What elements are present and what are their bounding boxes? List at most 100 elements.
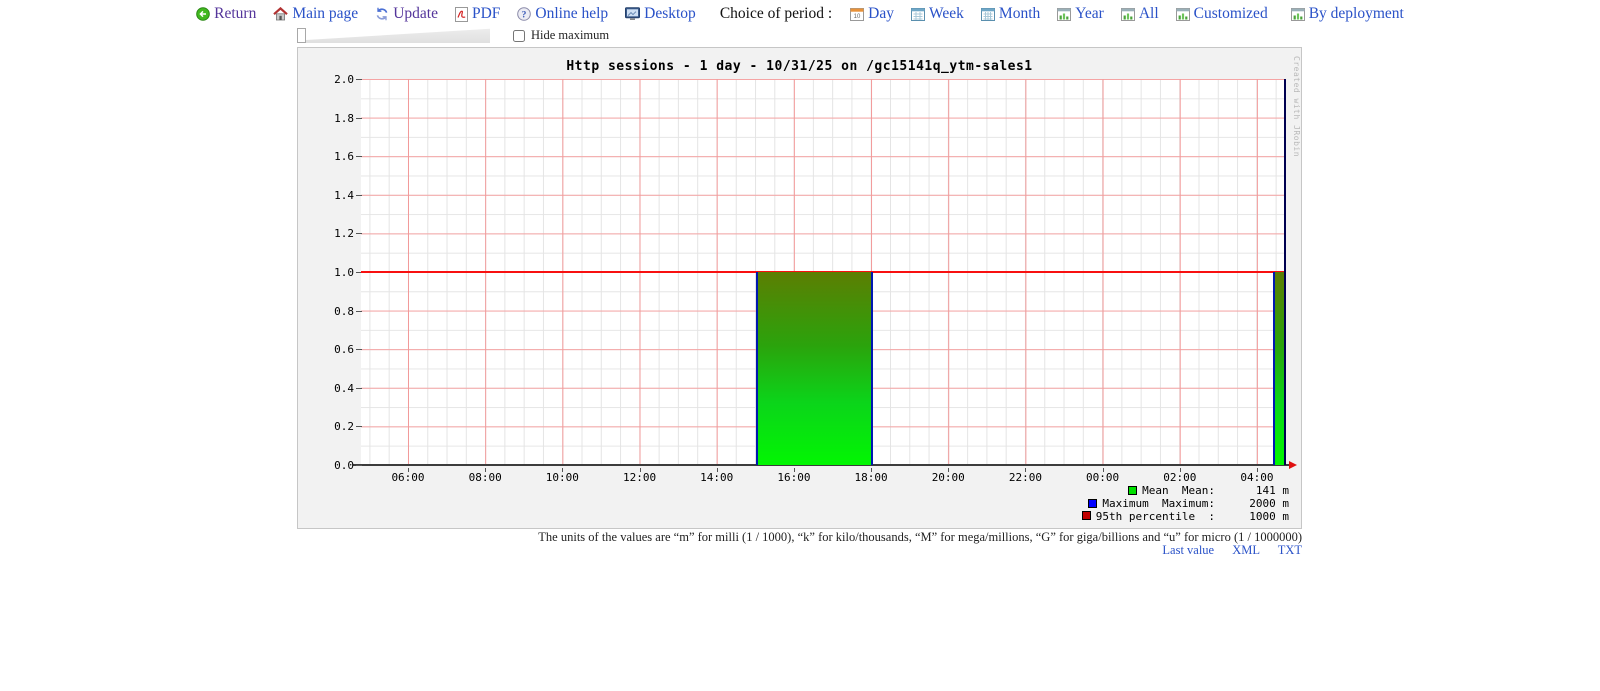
- y-axis-tick-label: 1.0: [312, 266, 354, 279]
- x-axis-tick: [640, 468, 641, 472]
- x-axis-tick-label: 22:00: [1001, 471, 1049, 484]
- y-axis-tick-label: 0.6: [312, 343, 354, 356]
- period-link-label: Day: [868, 5, 894, 23]
- x-axis-tick-label: 00:00: [1079, 471, 1127, 484]
- x-axis-tick-label: 08:00: [461, 471, 509, 484]
- x-axis-tick-label: 04:00: [1233, 471, 1281, 484]
- legend-label: 95th percentile :: [1096, 510, 1215, 523]
- nav-link-label: Return: [214, 5, 256, 23]
- y-axis-tick-label: 0.8: [312, 305, 354, 318]
- nav-link-desktop[interactable]: Desktop: [625, 5, 696, 23]
- period-link-label: Customized: [1194, 5, 1268, 23]
- nav-link-pdf[interactable]: PDF: [455, 5, 500, 23]
- y-axis-tick: [356, 195, 362, 196]
- nav-link-label: PDF: [472, 5, 500, 23]
- period-link-label: All: [1139, 5, 1159, 23]
- period-year[interactable]: Year: [1057, 5, 1104, 23]
- mean-swatch: [1128, 486, 1137, 495]
- link-txt[interactable]: TXT: [1278, 543, 1302, 557]
- y-axis-tick-label: 1.6: [312, 150, 354, 163]
- legend: Mean Mean: 141 m Maximum Maximum: 2000 m…: [1082, 484, 1289, 522]
- help-icon: ?: [517, 7, 531, 21]
- period-day[interactable]: 10 Day: [850, 5, 894, 23]
- period-link-label: Week: [929, 5, 964, 23]
- x-axis-tick: [1180, 468, 1181, 472]
- x-axis-tick: [794, 468, 795, 472]
- y-axis-tick-label: 0.4: [312, 382, 354, 395]
- y-axis-tick: [356, 118, 362, 119]
- x-axis-tick: [485, 468, 486, 472]
- nav-link-main-page[interactable]: Main page: [273, 5, 358, 23]
- x-axis-tick: [408, 468, 409, 472]
- x-axis-tick-label: 12:00: [616, 471, 664, 484]
- y-axis-tick: [356, 311, 362, 312]
- y-axis-tick-label: 2.0: [312, 73, 354, 86]
- svg-text:?: ?: [522, 10, 527, 20]
- week-calendar-icon: [911, 7, 925, 21]
- graph-image[interactable]: Http sessions - 1 day - 10/31/25 on /gc1…: [297, 47, 1302, 529]
- x-axis-tick-label: 20:00: [924, 471, 972, 484]
- legend-row-95th-percentile: 95th percentile : 1000 m: [1082, 510, 1289, 523]
- period-customized[interactable]: Customized: [1176, 5, 1268, 23]
- nav-link-online-help[interactable]: ? Online help: [517, 5, 608, 23]
- top-navigation: Return Main page Update PDF ? Online hel…: [0, 5, 1600, 23]
- period-all[interactable]: All: [1121, 5, 1159, 23]
- x-axis-tick: [1103, 468, 1104, 472]
- refresh-icon: [375, 7, 389, 21]
- maximum-spike: [1284, 79, 1286, 465]
- nav-link-label: Main page: [292, 5, 358, 23]
- y-axis-tick: [356, 388, 362, 389]
- nav-link-update[interactable]: Update: [375, 5, 438, 23]
- footer-links: Last value XML TXT: [0, 543, 1302, 558]
- nav-link-label: Update: [393, 5, 438, 23]
- percentile-swatch: [1082, 511, 1091, 520]
- nav-link-return[interactable]: Return: [196, 5, 256, 23]
- x-axis-tick-label: 06:00: [384, 471, 432, 484]
- period-link-label: By deployment: [1309, 5, 1404, 23]
- legend-value: 141 m: [1215, 484, 1289, 497]
- period-week[interactable]: Week: [911, 5, 964, 23]
- zoom-slider-handle[interactable]: [297, 28, 306, 43]
- x-axis-tick: [871, 468, 872, 472]
- month-calendar-icon: [981, 7, 995, 21]
- y-axis-tick-label: 1.8: [312, 112, 354, 125]
- period-label: Choice of period :: [720, 5, 832, 23]
- svg-text:10: 10: [854, 14, 861, 20]
- y-axis-tick: [356, 349, 362, 350]
- x-axis-arrow-icon: [1289, 461, 1297, 469]
- period-month[interactable]: Month: [981, 5, 1040, 23]
- jrobin-watermark: Created with JRobin: [1292, 56, 1301, 157]
- x-axis-tick: [1025, 468, 1026, 472]
- x-axis-tick-label: 02:00: [1156, 471, 1204, 484]
- legend-label: Maximum Maximum:: [1102, 497, 1215, 510]
- x-axis-tick: [1257, 468, 1258, 472]
- x-axis-tick-label: 10:00: [538, 471, 586, 484]
- all-calendar-icon: [1121, 7, 1135, 21]
- legend-row-maximum: Maximum Maximum: 2000 m: [1082, 497, 1289, 510]
- y-axis-tick-label: 1.2: [312, 227, 354, 240]
- desktop-icon: [625, 7, 640, 21]
- hide-maximum-label[interactable]: Hide maximum: [531, 28, 609, 43]
- maximum-swatch: [1088, 499, 1097, 508]
- day-calendar-icon: 10: [850, 7, 864, 21]
- x-axis-tick-label: 14:00: [693, 471, 741, 484]
- y-axis-tick: [356, 465, 362, 466]
- y-axis-tick-label: 0.2: [312, 420, 354, 433]
- return-icon: [196, 7, 210, 21]
- hide-maximum-checkbox[interactable]: [513, 30, 525, 42]
- legend-row-mean: Mean Mean: 141 m: [1082, 484, 1289, 497]
- y-axis-tick-label: 0.0: [312, 459, 354, 472]
- link-xml[interactable]: XML: [1232, 543, 1259, 557]
- period-link-label: Year: [1075, 5, 1104, 23]
- year-calendar-icon: [1057, 7, 1071, 21]
- y-axis-tick: [356, 233, 362, 234]
- home-icon: [273, 7, 288, 21]
- period-by-deployment[interactable]: By deployment: [1291, 5, 1404, 23]
- link-last-value[interactable]: Last value: [1162, 543, 1214, 557]
- chart-title: Http sessions - 1 day - 10/31/25 on /gc1…: [298, 59, 1301, 74]
- nav-link-label: Desktop: [644, 5, 696, 23]
- zoom-slider[interactable]: [306, 28, 490, 43]
- y-axis-tick: [356, 156, 362, 157]
- x-axis-tick: [562, 468, 563, 472]
- x-axis-tick: [948, 468, 949, 472]
